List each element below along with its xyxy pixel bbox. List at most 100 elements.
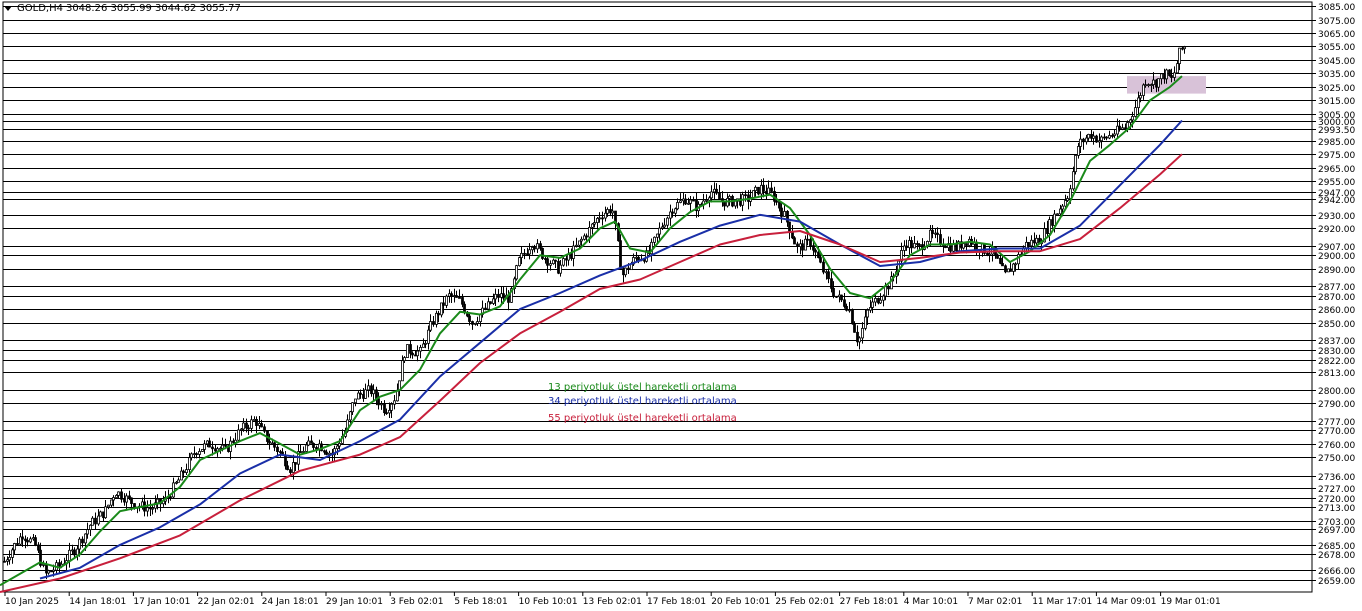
candle-body: [1105, 136, 1108, 139]
candle-body: [676, 202, 679, 210]
x-tick-label: 17 Jan 10:01: [133, 597, 190, 607]
x-tick-label: 17 Feb 18:01: [647, 597, 706, 607]
candle-body: [289, 469, 292, 473]
x-tick-label: 7 Mar 02:01: [968, 597, 1022, 607]
candle-body: [1066, 198, 1069, 201]
candle-body: [1137, 97, 1140, 109]
y-tick-label: 2697.00: [1318, 526, 1355, 536]
candle-body: [364, 389, 367, 399]
legend-ema13: 13 periyotluk üstel hareketli ortalama: [548, 382, 737, 393]
candle-body: [263, 426, 266, 432]
candle-body: [177, 479, 180, 483]
candle-body: [393, 400, 396, 405]
candle-body: [679, 200, 682, 203]
candle-body: [1082, 138, 1085, 143]
candle-body: [367, 385, 370, 391]
candle-body: [913, 243, 916, 249]
candle-body: [624, 267, 627, 276]
x-tick-label: 5 Feb 18:01: [454, 597, 507, 607]
candle-body: [172, 482, 175, 498]
candle-body: [427, 329, 430, 344]
candle-body: [273, 442, 276, 448]
candle-body: [580, 238, 583, 242]
x-tick-label: 27 Feb 18:01: [840, 597, 899, 607]
candle-body: [185, 469, 188, 473]
candle-body: [380, 403, 383, 406]
chart-menu-arrow-icon[interactable]: [4, 6, 12, 11]
candle-body: [843, 299, 846, 307]
candle-body: [656, 233, 659, 238]
ema-34-line[interactable]: [39, 119, 1183, 580]
candle-body: [845, 305, 848, 311]
y-tick-label: 2790.00: [1318, 400, 1355, 410]
candle-body: [559, 264, 562, 274]
candle-body: [853, 323, 856, 333]
candle-body: [611, 210, 614, 214]
candle-body: [684, 198, 687, 205]
candle-body: [1165, 69, 1168, 80]
candle-body: [879, 299, 882, 304]
candle-body: [864, 316, 867, 329]
candle-body: [42, 564, 45, 566]
candle-body: [887, 286, 890, 290]
candle-body: [221, 444, 224, 449]
x-tick-label: 10 Feb 10:01: [519, 597, 578, 607]
candle-body: [151, 507, 154, 510]
y-tick-label: 2727.00: [1318, 485, 1355, 495]
candle-body: [242, 422, 245, 430]
candle-body: [76, 548, 79, 556]
ema-55-line[interactable]: [0, 153, 1183, 593]
candle-body: [112, 497, 115, 501]
candle-body: [37, 544, 40, 551]
candle-body: [692, 199, 695, 202]
candle-body: [1131, 116, 1134, 121]
candle-body: [349, 411, 352, 421]
candle-body: [809, 238, 812, 247]
candle-body: [1113, 133, 1116, 136]
y-tick-label: 2850.00: [1318, 320, 1355, 330]
candle-body: [401, 360, 404, 382]
candle-body: [783, 210, 786, 217]
candle-body: [598, 217, 601, 220]
x-tick-label: 14 Mar 09:01: [1096, 597, 1156, 607]
ema-13-line[interactable]: [0, 75, 1183, 587]
candle-body: [450, 293, 453, 297]
candle-body: [817, 251, 820, 258]
candle-body: [1160, 73, 1163, 80]
chart-window[interactable]: 3085.00 3075.00 3065.00 3055.00 3045.00 3035.…: [0, 0, 1362, 611]
candle-body: [757, 186, 760, 195]
candle-body: [767, 187, 770, 195]
candle-body: [16, 543, 19, 545]
candle-body: [627, 267, 630, 271]
candle-body: [884, 286, 887, 297]
candle-body: [830, 278, 833, 289]
candle-body: [110, 499, 113, 506]
candle-body: [762, 184, 765, 192]
y-tick-label: 3055.00: [1318, 43, 1355, 53]
candle-body: [518, 257, 521, 267]
candle-body: [1004, 265, 1007, 273]
candle-body: [338, 443, 341, 447]
candle-body: [1009, 268, 1012, 272]
x-tick-label: 10 Jan 2025: [5, 597, 59, 607]
candle-body: [1108, 135, 1111, 139]
y-tick-label: 2822.00: [1318, 357, 1355, 367]
candle-body: [819, 257, 822, 263]
candle-body: [601, 217, 604, 220]
candle-body: [536, 243, 539, 250]
legend-ema55: 55 periyotluk üstel hareketli ortalama: [548, 413, 737, 424]
candle-body: [383, 403, 386, 414]
candle-body: [390, 403, 393, 411]
price-chart[interactable]: 3085.00 3075.00 3065.00 3055.00 3045.00 3035.…: [0, 0, 1362, 611]
candle-body: [539, 243, 542, 249]
candle-body: [770, 187, 773, 192]
candle-body: [606, 209, 609, 214]
candle-body: [1152, 79, 1155, 85]
candle-body: [515, 265, 518, 280]
candle-body: [1014, 263, 1017, 266]
y-tick-label: 2800.00: [1318, 387, 1355, 397]
candle-body: [89, 524, 92, 531]
candle-body: [619, 240, 622, 269]
candle-body: [104, 506, 107, 519]
candle-body: [52, 569, 55, 572]
